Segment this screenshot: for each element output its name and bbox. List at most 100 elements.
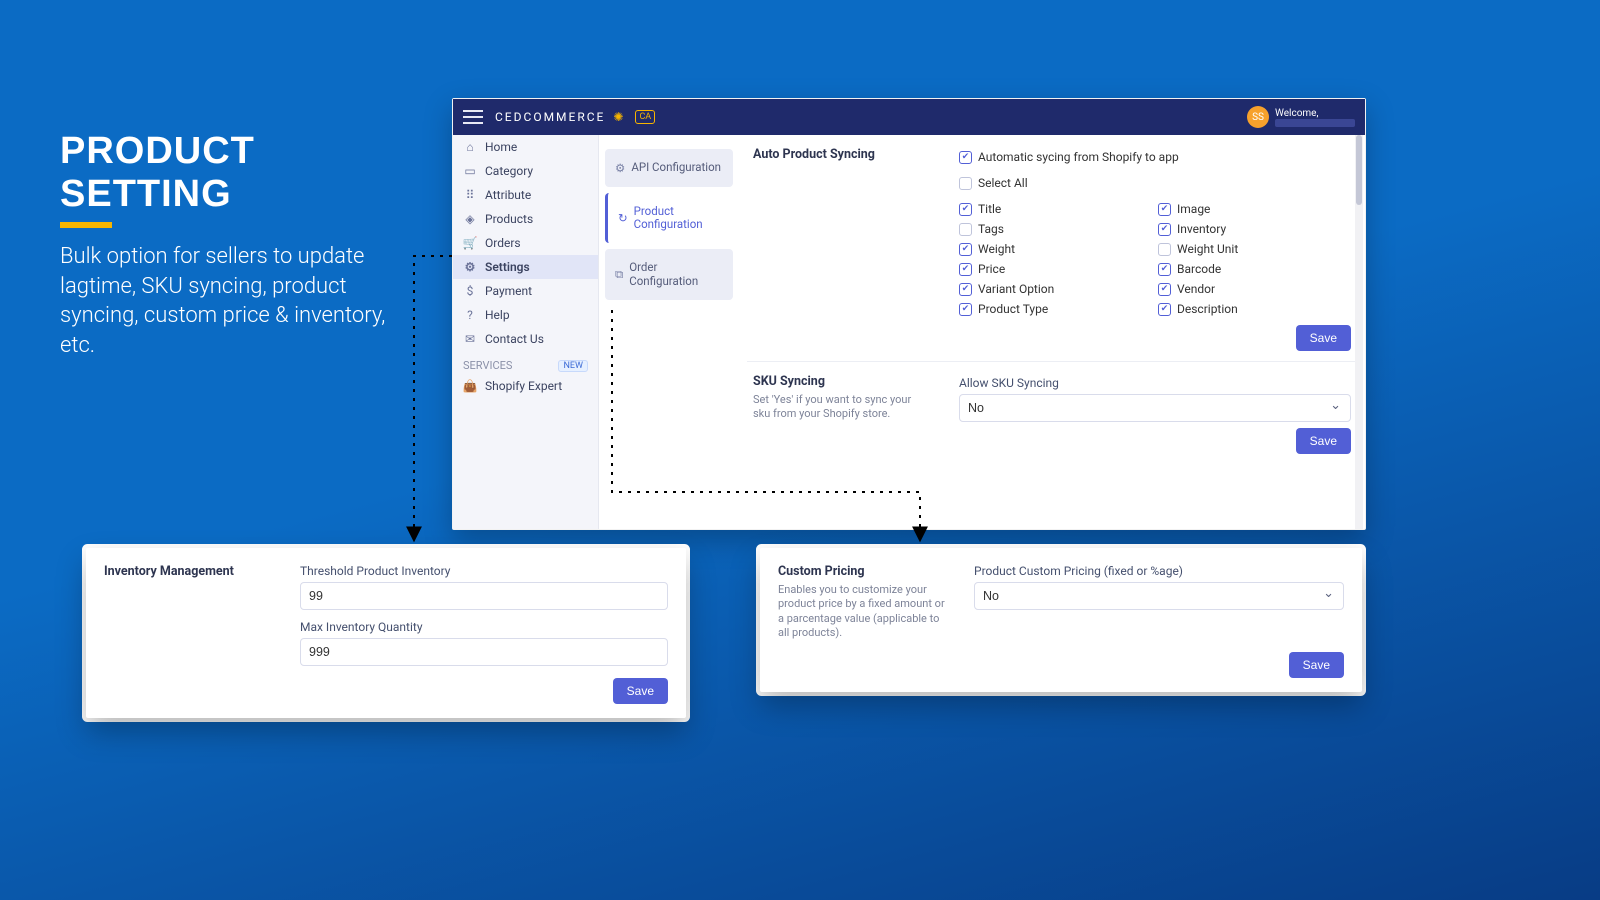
user-name-placeholder [1275, 119, 1355, 127]
sidebar-icon: 👜 [463, 379, 477, 393]
chk-variant-option[interactable]: Variant Option [959, 282, 1152, 296]
sidebar-item-label: Shopify Expert [485, 379, 562, 393]
promo-title: PRODUCT SETTING [60, 130, 400, 216]
chk-label: Barcode [1177, 262, 1221, 276]
popout-custom-pricing: Custom Pricing Enables you to customize … [760, 548, 1362, 692]
sidebar-item-help[interactable]: ? Help [453, 303, 598, 327]
chk-barcode[interactable]: Barcode [1158, 262, 1351, 276]
checkbox-icon[interactable] [1158, 283, 1171, 296]
sidebar-item-settings[interactable]: ⚙ Settings [453, 255, 598, 279]
sidebar-item-shopify-expert[interactable]: 👜 Shopify Expert [453, 374, 598, 398]
sidebar-icon: ✉ [463, 332, 477, 346]
checkbox-icon[interactable] [959, 151, 972, 164]
chk-master[interactable]: Automatic sycing from Shopify to app [959, 150, 1351, 164]
promo-underline [60, 222, 112, 228]
checkbox-icon[interactable] [959, 263, 972, 276]
chk-master-label: Automatic sycing from Shopify to app [978, 150, 1179, 164]
inv-field1-label: Threshold Product Inventory [300, 564, 668, 578]
card-sku-sync: SKU Syncing Set 'Yes' if you want to syn… [747, 362, 1357, 464]
card-auto-sync: Auto Product Syncing Automatic sycing fr… [747, 135, 1357, 362]
chk-vendor[interactable]: Vendor [1158, 282, 1351, 296]
chk-label: Weight Unit [1177, 242, 1238, 256]
chk-image[interactable]: Image [1158, 202, 1351, 216]
chk-select-all[interactable]: Select All [959, 176, 1351, 190]
subnav-product-configuration[interactable]: ↻ ProductConfiguration [605, 193, 733, 243]
sku-select[interactable]: No [959, 394, 1351, 422]
subnav-api-configuration[interactable]: ⚙ API Configuration [605, 149, 733, 187]
sidebar-icon: ? [463, 308, 477, 322]
hamburger-icon[interactable] [463, 110, 483, 124]
checkbox-icon[interactable] [1158, 263, 1171, 276]
brand: CEDCOMMERCE ✺ CA [495, 110, 655, 124]
chk-price[interactable]: Price [959, 262, 1152, 276]
sidebar-item-label: Settings [485, 260, 530, 274]
content: Auto Product Syncing Automatic sycing fr… [739, 135, 1365, 529]
sidebar-item-products[interactable]: ◈ Products [453, 207, 598, 231]
save-button[interactable]: Save [1289, 652, 1344, 678]
sidebar-item-category[interactable]: ▭ Category [453, 159, 598, 183]
sku-field-label: Allow SKU Syncing [959, 376, 1351, 390]
chk-weight-unit[interactable]: Weight Unit [1158, 242, 1351, 256]
cp-select[interactable]: No [974, 582, 1344, 610]
scrollbar[interactable] [1355, 135, 1363, 529]
subnav-label: API Configuration [631, 161, 721, 174]
cp-heading: Custom Pricing [778, 564, 950, 579]
inv-field1-input[interactable] [300, 582, 668, 610]
sidebar-item-attribute[interactable]: ⠿ Attribute [453, 183, 598, 207]
chk-label: Title [978, 202, 1001, 216]
auto-sync-heading: Auto Product Syncing [753, 147, 931, 351]
chk-description[interactable]: Description [1158, 302, 1351, 316]
checkbox-icon[interactable] [1158, 223, 1171, 236]
chk-inventory[interactable]: Inventory [1158, 222, 1351, 236]
brand-sub: CA [635, 110, 655, 124]
sidebar-icon: ▭ [463, 164, 477, 178]
chk-label: Product Type [978, 302, 1048, 316]
checkbox-icon[interactable] [1158, 303, 1171, 316]
subnav-label: ProductConfiguration [634, 205, 703, 231]
checkbox-icon[interactable] [959, 243, 972, 256]
chk-label: Image [1177, 202, 1210, 216]
sidebar-item-contact-us[interactable]: ✉ Contact Us [453, 327, 598, 351]
sidebar-icon: $ [463, 284, 477, 298]
welcome-text: Welcome, [1275, 108, 1355, 119]
checkbox-icon[interactable] [959, 177, 972, 190]
checkbox-icon[interactable] [959, 303, 972, 316]
save-button[interactable]: Save [1296, 428, 1351, 454]
chk-weight[interactable]: Weight [959, 242, 1152, 256]
sidebar-item-label: Home [485, 140, 517, 154]
sidebar-item-home[interactable]: ⌂ Home [453, 135, 598, 159]
sidebar-item-label: Help [485, 308, 510, 322]
chk-select-all-label: Select All [978, 176, 1028, 190]
chk-label: Variant Option [978, 282, 1054, 296]
save-button[interactable]: Save [1296, 325, 1351, 351]
settings-subnav: ⚙ API Configuration ↻ ProductConfiguratio… [599, 135, 739, 529]
new-badge: NEW [558, 360, 588, 372]
subnav-icon: ⧉ [615, 267, 623, 282]
sidebar-item-orders[interactable]: 🛒 Orders [453, 231, 598, 255]
chk-tags[interactable]: Tags [959, 222, 1152, 236]
chk-label: Weight [978, 242, 1015, 256]
sidebar-section-services: SERVICES NEW [453, 351, 598, 374]
cp-subtext: Enables you to customize your product pr… [778, 583, 950, 640]
popout-inventory: Inventory Management Threshold Product I… [86, 548, 686, 718]
chk-product-type[interactable]: Product Type [959, 302, 1152, 316]
sidebar-item-label: Contact Us [485, 332, 544, 346]
app-header: CEDCOMMERCE ✺ CA SS Welcome, [453, 99, 1365, 135]
checkbox-icon[interactable] [1158, 203, 1171, 216]
inv-field2-input[interactable] [300, 638, 668, 666]
checkbox-icon[interactable] [1158, 243, 1171, 256]
chk-title[interactable]: Title [959, 202, 1152, 216]
sidebar-item-payment[interactable]: $ Payment [453, 279, 598, 303]
sidebar: ⌂ Home▭ Category⠿ Attribute◈ Products🛒 O… [453, 135, 599, 529]
checkbox-icon[interactable] [959, 283, 972, 296]
sidebar-item-label: Products [485, 212, 533, 226]
user-area[interactable]: SS Welcome, [1247, 106, 1355, 128]
checkbox-icon[interactable] [959, 223, 972, 236]
sidebar-icon: ◈ [463, 212, 477, 226]
subnav-order-configuration[interactable]: ⧉ Order Configuration [605, 249, 733, 299]
checkbox-icon[interactable] [959, 203, 972, 216]
brand-text: CEDCOMMERCE [495, 110, 605, 124]
save-button[interactable]: Save [613, 678, 668, 704]
brand-spark-icon: ✺ [613, 110, 625, 124]
sidebar-item-label: Attribute [485, 188, 531, 202]
